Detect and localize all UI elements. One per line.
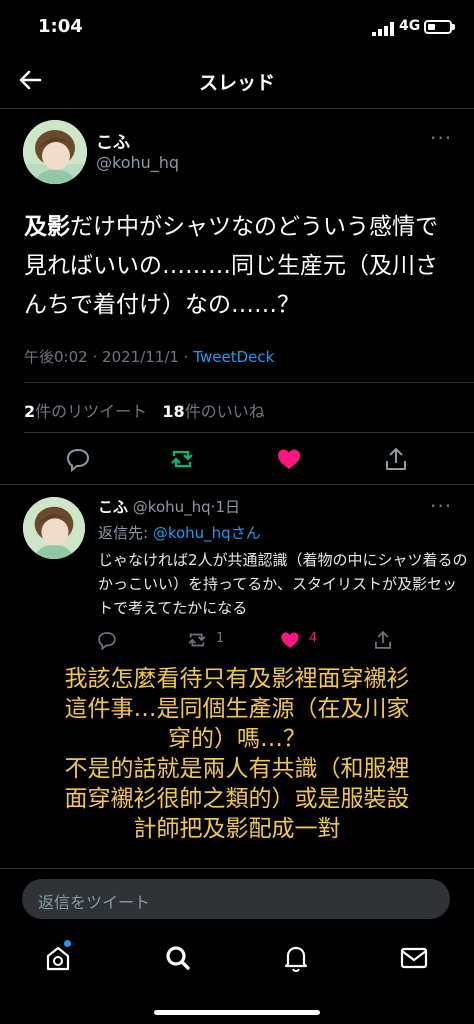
meta-separator: · — [183, 348, 189, 366]
reply-like-icon — [281, 632, 299, 648]
notification-dot — [64, 940, 71, 947]
replying-to-link[interactable]: @kohu_hqさん — [153, 524, 261, 542]
reply-reply-icon[interactable] — [96, 629, 118, 651]
retweets-stat[interactable]: 2件のリツイート — [24, 402, 147, 421]
page-title: スレッド — [198, 72, 275, 94]
likes-stat[interactable]: 18件のいいね — [162, 402, 264, 421]
stats-divider — [24, 432, 474, 433]
header-divider — [0, 108, 474, 109]
battery-level — [428, 24, 435, 30]
author-name[interactable]: こふ — [96, 128, 130, 153]
signal-icon — [372, 22, 394, 36]
reply-retweet-icon — [188, 633, 206, 647]
caption-line: 我該怎麼看待只有及影裡面穿襯衫 — [64, 666, 410, 692]
tweet-text-body: だけ中がシャツなのどういう感情で見ればいいの………同じ生産元（及川さんちで着付け… — [24, 214, 438, 318]
caption-line: 面穿襯衫很帥之類的）或是服裝設 — [64, 786, 410, 812]
reply-author-name[interactable]: こふ — [98, 498, 128, 516]
network-label: 4G — [399, 18, 421, 34]
reply-text: じゃなければ2人が共通認識（着物の中にシャツ着るのかっこいい）を持ってるか、スタ… — [98, 551, 468, 617]
tweet-text-bold: 及影 — [24, 214, 70, 240]
author-handle[interactable]: @kohu_hq — [96, 153, 179, 172]
like-icon[interactable] — [275, 445, 303, 473]
more-options-icon[interactable]: ··· — [430, 126, 452, 150]
reply-input-placeholder: 返信をツイート — [38, 893, 151, 912]
reply-input[interactable]: 返信をツイート — [22, 879, 450, 919]
battery-cap — [452, 24, 455, 30]
caption-line: 這件事…是同個生產源（在及川家 — [64, 696, 410, 722]
avatar-image — [23, 120, 87, 184]
caption-line: 穿的）嗎…？ — [168, 726, 306, 752]
reply-header: こふ @kohu_hq·1日 — [98, 496, 240, 517]
retweets-label: 件のリツイート — [35, 402, 148, 421]
composer-divider — [0, 868, 474, 869]
status-time: 1:04 — [38, 16, 83, 37]
messages-envelope-icon[interactable] — [394, 938, 434, 978]
meta-divider — [24, 382, 474, 383]
reply-like-button[interactable]: 4 — [279, 629, 339, 651]
reply-avatar[interactable] — [23, 497, 85, 559]
retweets-count: 2 — [24, 402, 36, 421]
thread-divider — [0, 484, 474, 485]
tweet-stats: 2件のリツイート 18件のいいね — [24, 398, 265, 422]
tweet-source-link[interactable]: TweetDeck — [193, 348, 274, 366]
home-indicator — [154, 1010, 320, 1015]
share-icon[interactable] — [382, 445, 410, 473]
caption-line: 計師把及影配成一對 — [133, 816, 341, 842]
tweet-time: 午後0:02 — [24, 348, 88, 366]
tweet-meta: 午後0:02 · 2021/11/1 · TweetDeck — [24, 346, 274, 367]
battery-icon — [424, 20, 452, 34]
retweet-icon[interactable] — [168, 445, 196, 473]
reply-age: 1日 — [215, 498, 240, 516]
notifications-bell-icon[interactable] — [276, 938, 316, 978]
likes-label: 件のいいね — [184, 402, 265, 421]
tweet-text: 及影だけ中がシャツなのどういう感情で見ればいいの………同じ生産元（及川さんちで着… — [24, 208, 454, 325]
home-icon — [46, 946, 70, 971]
avatar[interactable] — [23, 120, 87, 184]
reply-retweet-count: 1 — [216, 631, 225, 646]
reply-retweet-button[interactable]: 1 — [186, 629, 246, 651]
reply-like-count: 4 — [309, 631, 318, 646]
overlay-caption: 我該怎麼看待只有及影裡面穿襯衫 這件事…是同個生產源（在及川家 穿的）嗎…？ 不… — [14, 664, 460, 844]
reply-share-icon[interactable] — [372, 629, 394, 651]
meta-separator: · — [92, 348, 98, 366]
likes-count: 18 — [162, 402, 185, 421]
reply-handle[interactable]: @kohu_hq — [133, 498, 211, 516]
status-bar: 1:04 4G — [0, 0, 474, 56]
reply-avatar-image — [23, 497, 85, 559]
caption-line: 不是的話就是兩人有共識（和服裡 — [64, 756, 410, 782]
search-icon[interactable] — [158, 938, 198, 978]
tab-home[interactable] — [38, 938, 78, 978]
tweet-date: 2021/11/1 — [102, 348, 179, 366]
reply-more-options-icon[interactable]: ··· — [430, 494, 452, 518]
replying-to-prefix: 返信先: — [98, 524, 153, 542]
replying-to: 返信先: @kohu_hqさん — [98, 522, 261, 543]
reply-icon[interactable] — [64, 445, 92, 473]
